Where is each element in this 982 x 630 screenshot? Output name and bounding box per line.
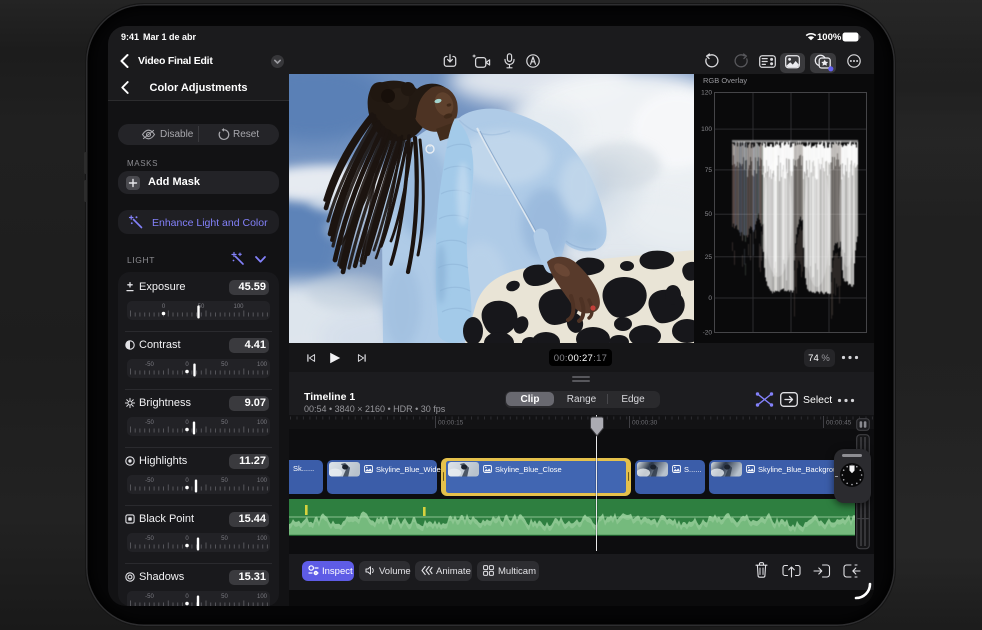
- svg-text:50: 50: [221, 420, 228, 426]
- svg-text:0: 0: [185, 362, 189, 368]
- svg-text:-50: -50: [145, 478, 154, 484]
- svg-text:0: 0: [185, 478, 189, 484]
- svg-text:25: 25: [705, 254, 713, 261]
- svg-text:50: 50: [705, 211, 713, 218]
- svg-text:00:00:45: 00:00:45: [826, 420, 852, 427]
- svg-text:100: 100: [233, 304, 244, 310]
- svg-text:-50: -50: [145, 594, 154, 600]
- svg-text:-50: -50: [145, 420, 154, 426]
- svg-text:50: 50: [221, 594, 228, 600]
- svg-text:100: 100: [256, 420, 267, 426]
- svg-text:50: 50: [221, 478, 228, 484]
- svg-text:100: 100: [256, 478, 267, 484]
- svg-text:0: 0: [185, 420, 189, 426]
- svg-text:100: 100: [256, 536, 267, 542]
- svg-text:100: 100: [256, 594, 267, 600]
- svg-text:00:00:15: 00:00:15: [438, 420, 464, 427]
- svg-text:50: 50: [221, 362, 228, 368]
- svg-text:120: 120: [701, 90, 712, 97]
- svg-text:0: 0: [185, 536, 189, 542]
- svg-text:100: 100: [256, 362, 267, 368]
- svg-text:-50: -50: [145, 536, 154, 542]
- svg-text:0: 0: [185, 594, 189, 600]
- svg-text:0: 0: [161, 304, 165, 310]
- svg-text:0: 0: [708, 295, 712, 302]
- svg-text:75: 75: [705, 167, 713, 174]
- svg-text:100: 100: [701, 126, 712, 133]
- svg-text:-50: -50: [145, 362, 154, 368]
- svg-text:-20: -20: [703, 330, 713, 337]
- svg-text:00:00:30: 00:00:30: [632, 420, 658, 427]
- svg-text:50: 50: [221, 536, 228, 542]
